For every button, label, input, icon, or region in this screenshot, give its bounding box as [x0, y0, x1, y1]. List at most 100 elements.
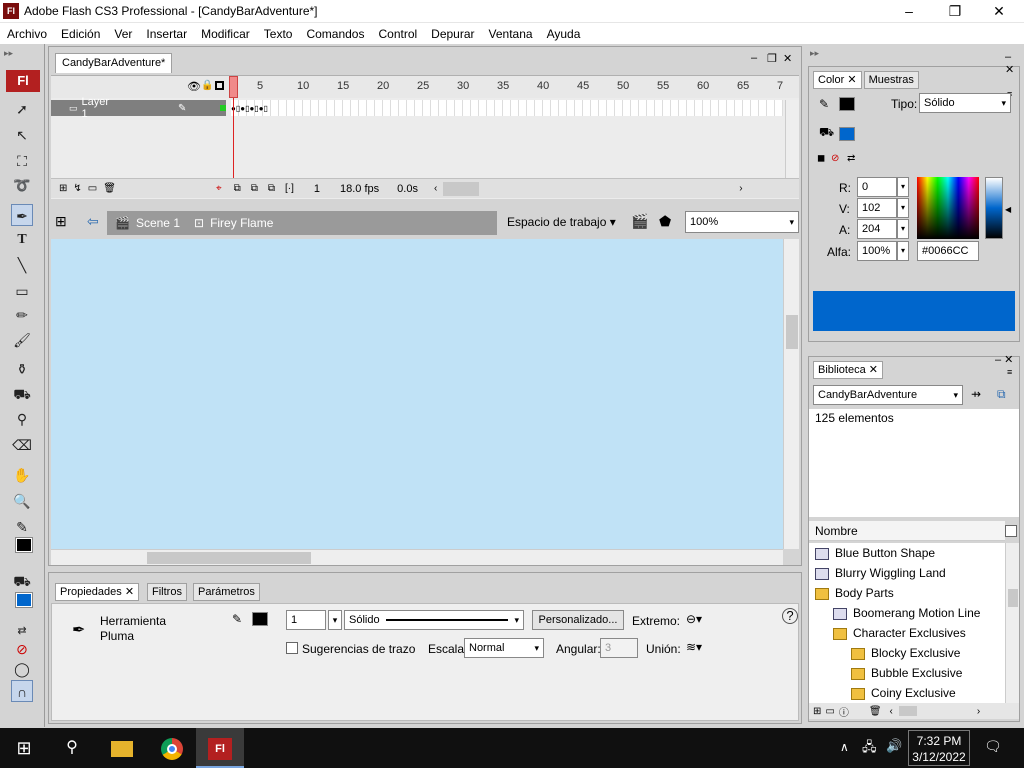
angular-input[interactable]: 3 [600, 638, 638, 658]
menu-ver[interactable]: Ver [107, 24, 139, 44]
edit-multiple-icon[interactable]: ⧉ [268, 183, 275, 194]
edit-scene-icon[interactable]: 🎬 [631, 213, 648, 230]
no-color-icon[interactable]: ⊘ [11, 638, 33, 660]
stage-canvas[interactable] [51, 239, 783, 549]
menu-ayuda[interactable]: Ayuda [540, 24, 588, 44]
onion-skin-icon[interactable]: ⧉ [234, 183, 241, 194]
paint-bucket-tool-icon[interactable]: ⛟ [11, 383, 33, 405]
ink-bottle-tool-icon[interactable]: ⚱ [11, 358, 33, 380]
menu-control[interactable]: Control [371, 24, 424, 44]
menu-comandos[interactable]: Comandos [299, 24, 371, 44]
keyframe[interactable]: ●▯●▯●▯●▯ [231, 104, 268, 113]
chrome-icon[interactable] [148, 728, 196, 768]
stroke-width-input[interactable]: 1 [286, 610, 326, 630]
center-frame-icon[interactable]: ⌖ [216, 183, 222, 194]
stroke-color-swatch[interactable] [252, 612, 268, 626]
library-hscroll-thumb[interactable] [898, 706, 917, 716]
alpha-input[interactable]: 100% [857, 241, 897, 261]
tab-parameters[interactable]: Parámetros [193, 583, 260, 601]
tray-chevron-icon[interactable]: ∧ [840, 740, 849, 754]
tab-library[interactable]: Biblioteca ✕ [813, 361, 883, 379]
hand-tool-icon[interactable]: ✋ [11, 464, 33, 486]
snap-magnet-icon[interactable]: ∩ [11, 680, 33, 702]
lock-icon[interactable]: 🔒 [201, 80, 213, 91]
scroll-right-icon[interactable]: › [977, 706, 980, 717]
library-item[interactable]: Blocky Exclusive [809, 643, 1005, 663]
layer-row[interactable]: ▭ Layer 1 ✎ [51, 96, 226, 120]
library-document-select[interactable]: CandyBarAdventure ▾ [813, 385, 963, 405]
timeline-toggle-icon[interactable]: ⊞ [55, 213, 67, 230]
cap-style-icon[interactable]: ⊖▾ [686, 612, 702, 626]
free-transform-tool-icon[interactable]: ⛶ [11, 150, 33, 172]
doc-restore-button[interactable]: ❐ [767, 52, 777, 65]
library-item[interactable]: Body Parts [809, 583, 1005, 603]
new-folder-icon[interactable]: ▭ [825, 706, 834, 717]
close-button[interactable]: ✕ [976, 0, 1022, 23]
blue-input[interactable]: 204 [857, 219, 897, 239]
delete-icon[interactable]: 🗑 [869, 706, 882, 717]
scroll-right-icon[interactable]: › [739, 183, 742, 194]
insert-layer-icon[interactable]: ⊞ [59, 183, 67, 194]
menu-texto[interactable]: Texto [257, 24, 300, 44]
timeline-vscroll[interactable] [785, 100, 799, 178]
menu-modificar[interactable]: Modificar [194, 24, 257, 44]
file-explorer-icon[interactable] [98, 728, 146, 768]
stroke-color-swatch[interactable] [839, 97, 855, 111]
notifications-icon[interactable]: 🗨 [984, 738, 1002, 755]
timeline-hscroll-thumb[interactable] [443, 181, 480, 196]
document-tab[interactable]: CandyBarAdventure* [55, 53, 173, 73]
dock-collapse-arrows-icon[interactable]: ▸▸ [810, 48, 819, 59]
library-column-name[interactable]: Nombre [809, 521, 1005, 541]
pin-library-icon[interactable]: ⇸ [971, 387, 981, 401]
stroke-style-select[interactable]: Sólido ▾ [344, 610, 524, 630]
volume-icon[interactable]: 🔊 [886, 738, 902, 754]
properties-icon[interactable]: ⓘ [839, 704, 849, 719]
library-vscroll-thumb[interactable] [1008, 589, 1018, 607]
library-panel-controls[interactable]: – ✕ [995, 353, 1013, 366]
default-colors-icon[interactable]: ◼ [817, 153, 825, 164]
library-item[interactable]: Character Exclusives [809, 623, 1005, 643]
hex-input[interactable]: #0066CC [917, 241, 979, 261]
onion-outlines-icon[interactable]: ⧉ [251, 183, 258, 194]
doc-close-button[interactable]: ✕ [783, 52, 792, 65]
library-item[interactable]: Coiny Exclusive [809, 683, 1005, 703]
custom-stroke-button[interactable]: Personalizado... [532, 610, 624, 630]
selection-tool-icon[interactable]: ➚ [11, 98, 33, 120]
search-icon[interactable]: ⚲ [48, 728, 96, 768]
stage-hscroll[interactable] [51, 549, 783, 565]
menu-edicion[interactable]: Edición [54, 24, 107, 44]
outline-icon[interactable] [215, 81, 224, 90]
clock[interactable]: 7:32 PM 3/12/2022 [908, 730, 970, 766]
scale-select[interactable]: Normal ▾ [464, 638, 544, 658]
back-arrow-icon[interactable]: ⇦ [87, 213, 99, 230]
color-spectrum-picker[interactable] [917, 177, 979, 239]
minimize-button[interactable]: – [886, 0, 932, 23]
blue-slider-button[interactable]: ▾ [897, 219, 909, 239]
collapse-arrows-icon[interactable]: ▸▸ [4, 48, 13, 59]
line-tool-icon[interactable]: ╲ [11, 254, 33, 276]
zoom-select[interactable]: 100% ▾ [685, 211, 799, 233]
green-input[interactable]: 102 [857, 198, 897, 218]
alpha-slider-button[interactable]: ▾ [897, 241, 909, 261]
eraser-tool-icon[interactable]: ⌫ [11, 434, 33, 456]
red-slider-button[interactable]: ▾ [897, 177, 909, 197]
windows-start-icon[interactable]: ⊞ [0, 728, 48, 768]
stage-vscroll-thumb[interactable] [786, 315, 798, 349]
stroke-width-slider-button[interactable]: ▾ [328, 610, 342, 630]
brightness-slider[interactable] [985, 177, 1003, 239]
library-item[interactable]: Blue Button Shape [809, 543, 1005, 563]
help-button[interactable]: ? [782, 608, 798, 624]
tab-color[interactable]: Color ✕ [813, 71, 862, 89]
edit-symbols-icon[interactable]: ⬟ [659, 213, 671, 230]
frame-grid[interactable]: ●▯●▯●▯●▯ [231, 100, 783, 116]
panel-menu-icon[interactable]: – ✕ [1005, 51, 1019, 76]
eye-icon[interactable]: 👁 [187, 80, 201, 93]
new-library-icon[interactable]: ⧉ [997, 387, 1006, 402]
new-symbol-icon[interactable]: ⊞ [813, 706, 821, 717]
lasso-tool-icon[interactable]: ➰ [11, 174, 33, 196]
maximize-button[interactable]: ❐ [932, 0, 978, 23]
pen-tool-icon[interactable]: ✒ [11, 204, 33, 226]
stroke-hinting-checkbox[interactable] [286, 642, 298, 654]
network-icon[interactable]: 🖧 [862, 738, 877, 760]
library-vscroll[interactable] [1005, 543, 1019, 703]
